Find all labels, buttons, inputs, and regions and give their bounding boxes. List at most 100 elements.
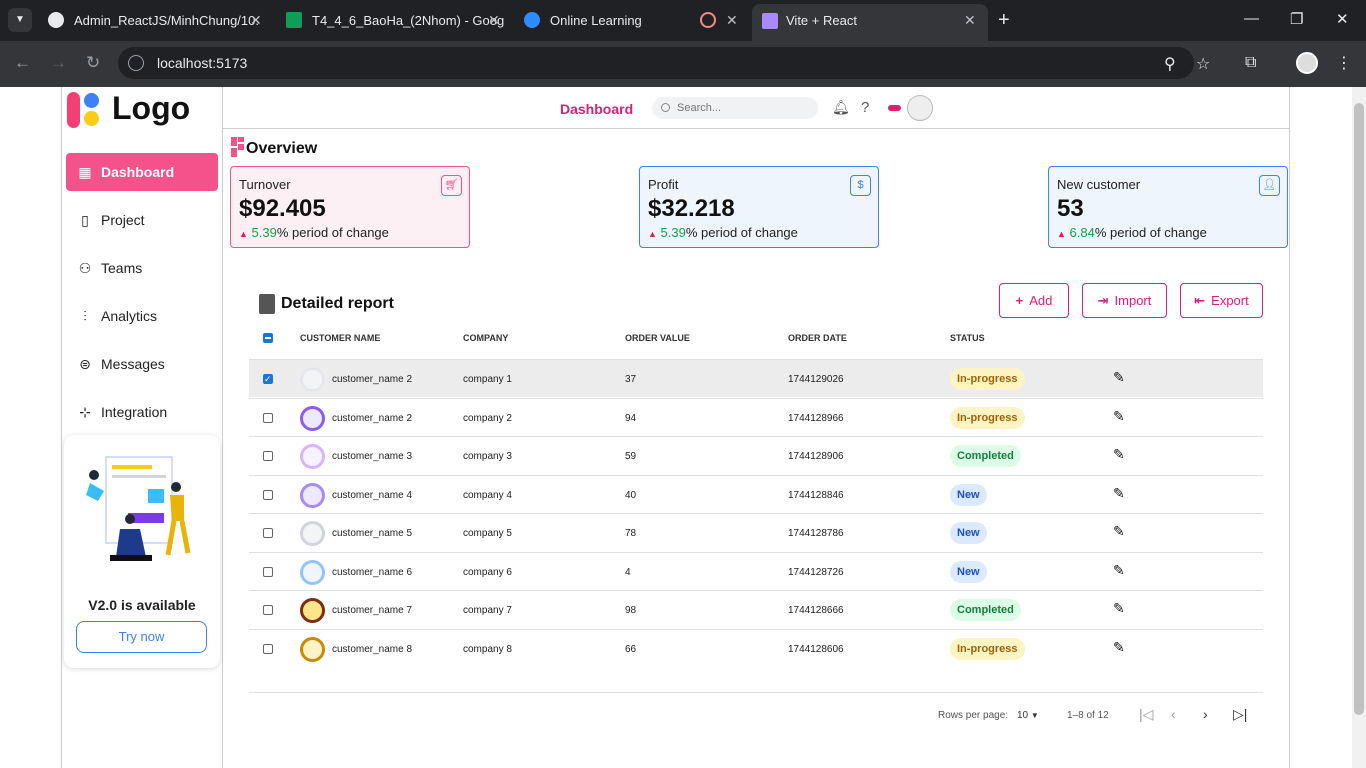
export-button[interactable]: ⇤ Export [1180,283,1263,318]
card-value: $92.405 [239,195,326,222]
status-badge: New [950,522,987,544]
omnibox[interactable]: localhost:5173 ⚲ ☆ [118,47,1210,79]
tab-vite-react[interactable]: Vite + React ✕ [752,4,988,41]
row-checkbox[interactable] [263,566,273,577]
row-checkbox[interactable] [263,643,273,654]
close-icon[interactable]: ✕ [488,0,500,41]
back-button[interactable]: ← [14,53,31,73]
dropdown-arrow-icon: ▼ [1030,711,1039,720]
record-icon [700,12,716,28]
forward-button[interactable]: → [50,53,67,73]
search-box[interactable] [652,97,818,119]
zoom-icon[interactable]: ⚲ [1164,54,1176,74]
site-info-icon[interactable] [128,55,144,71]
card-change: ▲ 5.39% period of change [648,225,798,240]
order-value: 4 [625,566,631,578]
order-value: 40 [625,489,637,501]
table-row[interactable]: customer_name 5 company 5 78 1744128786 New ✎ [249,513,1263,551]
table-row[interactable]: customer_name 2 company 2 94 1744128966 In-p… [249,397,1263,436]
customer-avatar [300,521,325,546]
sidebar-item-integration[interactable]: ⊹ Integration [66,393,218,431]
add-label: Add [1029,293,1053,308]
edit-icon[interactable]: ✎ [1113,408,1125,425]
tab-sheets[interactable]: T4_4_6_BaoHa_(2Nhom) - Goog ✕ [286,0,506,41]
close-icon[interactable]: ✕ [250,0,262,41]
import-button[interactable]: ⇥ Import [1082,283,1167,318]
select-all-checkbox[interactable] [263,333,273,343]
row-checkbox[interactable] [263,489,273,500]
maximize-button[interactable]: ❐ [1290,10,1303,28]
column-header[interactable]: STATUS [950,333,985,343]
last-page-button[interactable]: ▷| [1233,706,1247,723]
message-icon: ⊜ [79,356,91,372]
first-page-button[interactable]: |◁ [1139,706,1153,723]
chart-icon: ⫶ [83,308,87,324]
customer-avatar [300,444,325,469]
next-page-button[interactable]: › [1203,706,1208,722]
close-icon[interactable]: ✕ [964,4,976,37]
column-header[interactable]: ORDER DATE [788,333,847,343]
tab-record[interactable]: ✕ [700,0,742,41]
row-checkbox[interactable] [263,528,273,538]
new-tab-button[interactable]: + [998,9,1010,32]
table-row[interactable]: customer_name 2 company 1 37 1744129026 In-p… [249,359,1263,397]
card-change: ▲ 5.39% period of change [239,225,389,240]
table-row[interactable]: customer_name 8 company 8 66 1744128606 In-p… [249,628,1263,667]
sidebar-item-label: Analytics [101,308,158,324]
extensions-icon[interactable]: ⧉ [1245,54,1256,72]
tab-online-learning[interactable]: Online Learning [524,0,689,41]
minimize-button[interactable]: — [1244,10,1259,27]
try-now-button[interactable]: Try now [76,621,207,653]
menu-icon[interactable]: ⋮ [1336,53,1352,73]
card-change-label: % period of change [685,225,798,240]
edit-icon[interactable]: ✎ [1113,600,1125,617]
sidebar-item-project[interactable]: ▯ Project [66,201,218,239]
edit-icon[interactable]: ✎ [1113,485,1125,502]
row-checkbox[interactable] [263,605,273,615]
sidebar-item-messages[interactable]: ⊜ Messages [66,345,218,383]
search-input[interactable] [677,100,812,116]
table-row[interactable]: customer_name 7 company 7 98 1744128666 Comp… [249,590,1263,628]
close-window-button[interactable]: ✕ [1336,10,1349,28]
customer-name: customer_name 5 [332,528,413,539]
customer-name: customer_name 8 [332,643,413,655]
profile-avatar[interactable] [1296,52,1318,74]
tab-search-button[interactable]: ▼ [8,8,32,32]
sidebar-item-dashboard[interactable]: ▦ Dashboard [66,153,218,191]
edit-icon[interactable]: ✎ [1113,369,1125,386]
company-name: company 4 [463,489,512,501]
column-header[interactable]: ORDER VALUE [625,333,690,343]
help-icon[interactable]: ? [861,99,869,116]
page-scrollbar[interactable] [1352,87,1366,768]
bell-icon[interactable]: 🔔︎ [832,99,850,116]
edit-icon[interactable]: ✎ [1113,639,1125,656]
company-name: company 5 [463,528,512,539]
row-checkbox[interactable] [263,412,273,423]
company-name: company 2 [463,412,512,424]
user-avatar[interactable] [907,95,933,121]
column-header[interactable]: CUSTOMER NAME [300,333,380,343]
sidebar-item-teams[interactable]: ⚇ Teams [66,249,218,287]
sidebar-item-analytics[interactable]: ⫶ Analytics [66,297,218,335]
order-date: 1744128906 [788,451,844,462]
bookmark-star-icon[interactable]: ☆ [1196,54,1210,74]
row-checkbox[interactable] [263,373,273,385]
close-icon[interactable]: ✕ [726,0,738,41]
column-header[interactable]: COMPANY [463,333,508,343]
prev-page-button[interactable]: ‹ [1171,706,1176,722]
rows-per-page-select[interactable]: 10 ▼ [1017,710,1039,721]
tab-github[interactable]: Admin_ReactJS/MinhChung/10. ✕ [48,0,268,41]
logo[interactable]: Logo [62,87,222,133]
edit-icon[interactable]: ✎ [1113,523,1125,540]
edit-icon[interactable]: ✎ [1113,446,1125,463]
table-row[interactable]: customer_name 6 company 6 4 1744128726 New ✎ [249,551,1263,590]
table-row[interactable]: customer_name 4 company 4 40 1744128846 New ✎ [249,474,1263,513]
reload-button[interactable]: ↻ [86,53,100,73]
edit-icon[interactable]: ✎ [1113,562,1125,579]
table-row[interactable]: customer_name 3 company 3 59 1744128906 Comp… [249,436,1263,474]
row-checkbox[interactable] [263,451,273,461]
tab-title: Online Learning [550,13,642,28]
add-button[interactable]: + Add [999,283,1069,318]
sheets-icon [286,12,302,28]
scrollbar-thumb[interactable] [1354,103,1364,715]
